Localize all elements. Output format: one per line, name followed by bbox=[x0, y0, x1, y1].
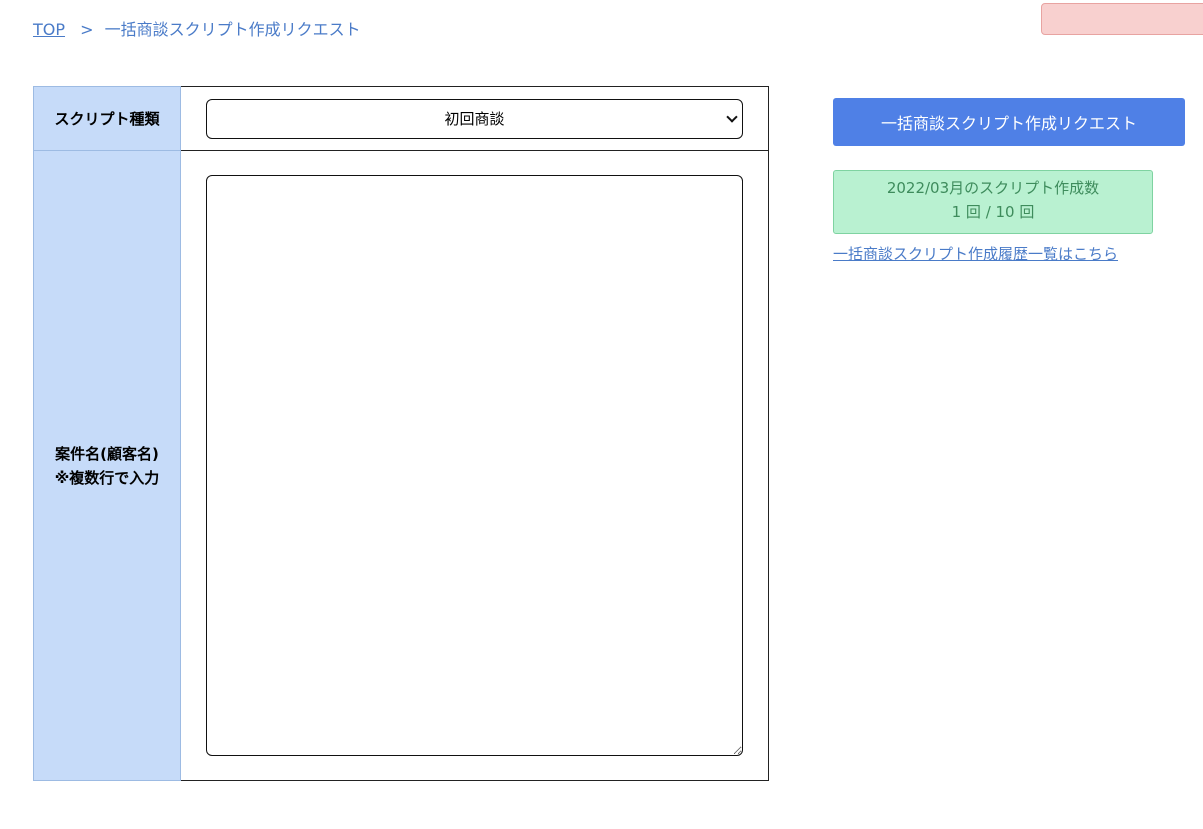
script-count-value: 1 回 / 10 回 bbox=[951, 203, 1035, 221]
script-type-cell: 初回商談 bbox=[180, 86, 769, 151]
breadcrumb-top-link[interactable]: TOP bbox=[33, 20, 65, 39]
breadcrumb: TOP > 一括商談スクリプト作成リクエスト bbox=[33, 19, 361, 41]
script-type-label: スクリプト種類 bbox=[33, 86, 181, 151]
request-form-table: スクリプト種類 初回商談 案件名(顧客名) ※複数行で入力 bbox=[33, 86, 769, 781]
script-type-row: スクリプト種類 初回商談 bbox=[33, 86, 769, 151]
history-list-link[interactable]: 一括商談スクリプト作成履歴一覧はこちら bbox=[833, 243, 1118, 265]
script-type-selected-value: 初回商談 bbox=[444, 110, 505, 128]
submit-request-button[interactable]: 一括商談スクリプト作成リクエスト bbox=[833, 98, 1185, 146]
script-count-box: 2022/03月のスクリプト作成数 1 回 / 10 回 bbox=[833, 170, 1153, 234]
page: TOP > 一括商談スクリプト作成リクエスト スクリプト種類 初回商談 案件名(… bbox=[0, 0, 1203, 829]
chevron-down-icon bbox=[726, 110, 738, 123]
case-name-cell bbox=[180, 150, 769, 781]
case-name-label-line2: ※複数行で入力 bbox=[54, 468, 160, 487]
alert-box bbox=[1041, 3, 1203, 35]
case-name-textarea[interactable] bbox=[206, 175, 743, 756]
case-name-label: 案件名(顧客名) ※複数行で入力 bbox=[33, 150, 181, 781]
case-name-label-line1: 案件名(顧客名) bbox=[55, 444, 159, 463]
breadcrumb-separator: > bbox=[80, 20, 94, 39]
case-name-row: 案件名(顧客名) ※複数行で入力 bbox=[33, 150, 769, 781]
breadcrumb-current: 一括商談スクリプト作成リクエスト bbox=[104, 20, 361, 39]
script-count-title: 2022/03月のスクリプト作成数 bbox=[886, 179, 1100, 197]
script-type-select[interactable]: 初回商談 bbox=[206, 98, 743, 139]
